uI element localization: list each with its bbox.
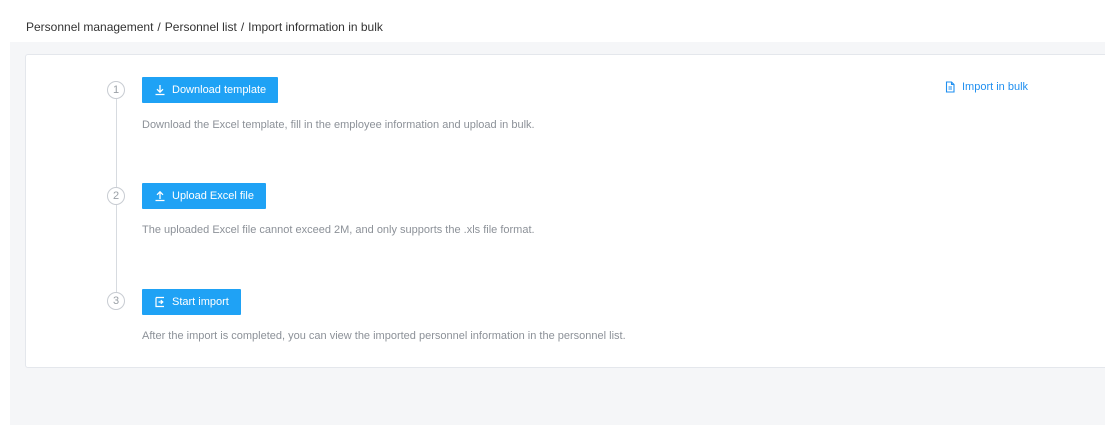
start-import-button[interactable]: Start import: [142, 289, 241, 315]
upload-excel-file-button[interactable]: Upload Excel file: [142, 183, 266, 209]
step-2-number: 2: [107, 187, 125, 205]
step-2-description: The uploaded Excel file cannot exceed 2M…: [142, 224, 535, 236]
step-3-description: After the import is completed, you can v…: [142, 330, 626, 342]
breadcrumb-current-page: Import information in bulk: [248, 20, 383, 34]
upload-icon: [154, 190, 166, 202]
download-icon: [154, 84, 166, 96]
start-import-label: Start import: [172, 296, 229, 308]
step-3-number: 3: [107, 292, 125, 310]
step-1-number: 1: [107, 81, 125, 99]
upload-excel-file-label: Upload Excel file: [172, 190, 254, 202]
import-in-bulk-label: Import in bulk: [962, 81, 1029, 93]
breadcrumb-personnel-list[interactable]: Personnel list: [165, 20, 237, 34]
breadcrumb: Personnel management / Personnel list / …: [10, 12, 1105, 42]
breadcrumb-personnel-management[interactable]: Personnel management: [26, 20, 153, 34]
step-1-description: Download the Excel template, fill in the…: [142, 119, 535, 131]
import-in-bulk-link[interactable]: Import in bulk: [944, 81, 1028, 93]
download-template-label: Download template: [172, 84, 267, 96]
breadcrumb-separator: /: [157, 20, 161, 34]
download-template-button[interactable]: Download template: [142, 77, 279, 103]
page: Personnel management / Personnel list / …: [10, 12, 1105, 425]
document-icon: [944, 81, 956, 93]
breadcrumb-separator: /: [240, 20, 245, 34]
import-steps-card: 1 Download template Download the Excel t…: [25, 54, 1105, 368]
import-icon: [154, 296, 166, 308]
